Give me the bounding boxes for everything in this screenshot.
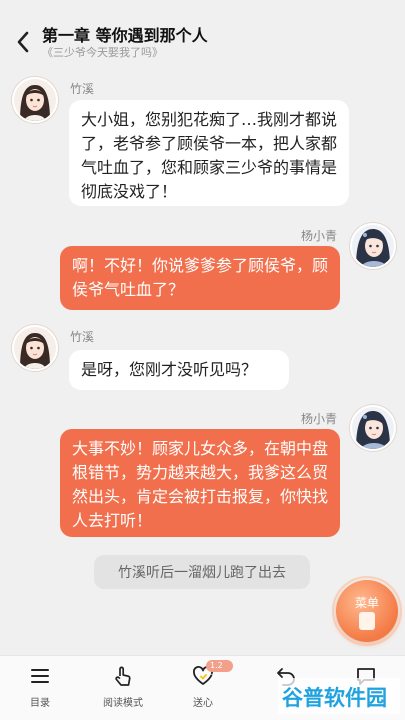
watermark-text: 谷普软件园 [282, 686, 387, 710]
back-button[interactable] [10, 28, 36, 56]
chapter-title: 第一章 等你遇到那个人 [42, 26, 208, 45]
message-bubble: 是呀，您刚才没听见吗？ [69, 350, 289, 390]
avatar-zhuxi[interactable] [12, 325, 58, 371]
menu-button[interactable]: 菜单 [332, 576, 402, 646]
menu-label: 菜单 [354, 596, 379, 610]
avatar-zhuxi[interactable] [12, 77, 58, 123]
tab-reading-mode[interactable]: 阅读模式 [93, 664, 153, 714]
speaker-name: 竹溪 [70, 82, 95, 96]
tab-label: 阅读模式 [103, 698, 143, 709]
tab-catalog[interactable]: 目录 [10, 664, 70, 714]
message-bubble: 大事不妙！顾家儿女众多，在朝中盘根错节，势力越来越大，我爹这么贸然出头，肯定会被… [60, 429, 340, 537]
book-icon [359, 612, 375, 630]
speaker-name: 竹溪 [70, 330, 95, 344]
tab-label: 送心 [193, 698, 213, 709]
heart-count-badge: 1.2万 [206, 660, 233, 682]
avatar-yangxiaoqing[interactable] [350, 223, 396, 269]
speaker-name: 杨小青 [301, 229, 338, 243]
book-title: 《三少爷今天娶我了吗》 [42, 46, 163, 59]
avatar-yangxiaoqing[interactable] [350, 405, 396, 451]
site-watermark: 谷普软件园 [278, 678, 400, 714]
list-icon [31, 669, 49, 683]
chapter-header: 第一章 等你遇到那个人 《三少爷今天娶我了吗》 [0, 0, 405, 68]
tap-hand-icon [115, 666, 131, 686]
tab-send-heart[interactable]: 1.2万 送心 [173, 660, 233, 714]
narration-text: 竹溪听后一溜烟儿跑了出去 [94, 555, 310, 589]
message-bubble: 啊！不好！你说爹爹参了顾侯爷，顾侯爷气吐血了？ [60, 246, 340, 310]
message-bubble: 大小姐，您别犯花痴了…我刚才都说了，老爷参了顾侯爷一本，把人家都气吐血了，您和顾… [69, 100, 349, 206]
tab-label: 目录 [30, 698, 50, 709]
menu-ring-decoration [332, 576, 402, 646]
speaker-name: 杨小青 [301, 412, 338, 426]
chevron-left-icon [17, 31, 29, 53]
